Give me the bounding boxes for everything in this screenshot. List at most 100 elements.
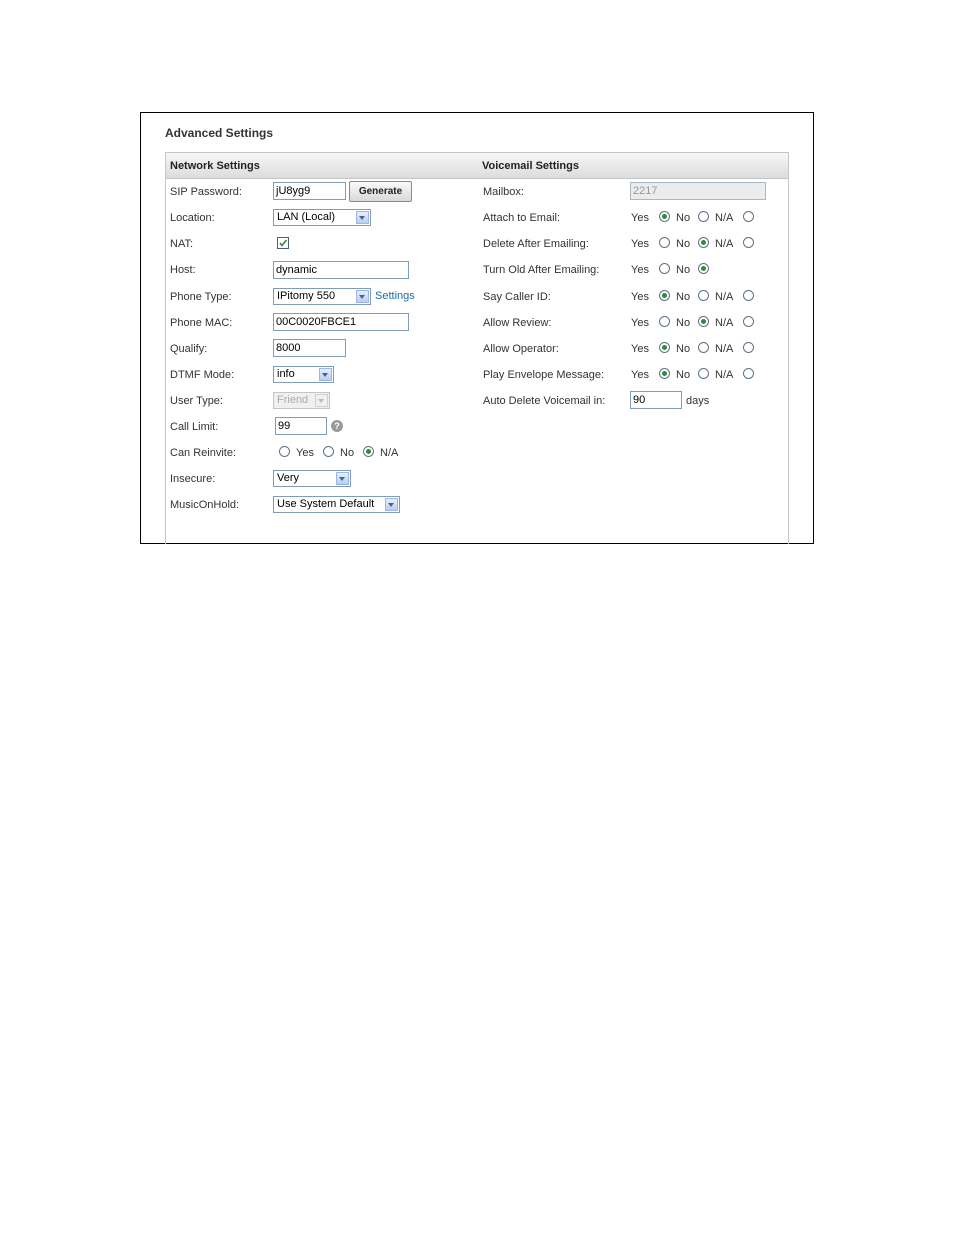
can-reinvite-na-radio[interactable] xyxy=(363,446,374,457)
can-reinvite-yes-radio[interactable] xyxy=(279,446,290,457)
turn-old-after-emailing-label: Turn Old After Emailing: xyxy=(483,264,600,276)
delete-after-emailing-label: Delete After Emailing: xyxy=(483,238,589,250)
sip-password-label: SIP Password: xyxy=(170,186,242,198)
say-caller-id-yes-radio[interactable] xyxy=(659,290,670,301)
play-envelope-message-no-label: No xyxy=(676,369,691,381)
can-reinvite-no-label: No xyxy=(340,447,355,459)
auto-delete-label: Auto Delete Voicemail in: xyxy=(483,395,606,407)
can-reinvite-na-label: N/A xyxy=(380,447,399,459)
allow-operator-no-radio[interactable] xyxy=(698,342,709,353)
location-value: LAN (Local) xyxy=(277,211,336,223)
attach-to-email-no-radio[interactable] xyxy=(698,211,709,222)
attach-to-email-label: Attach to Email: xyxy=(483,212,561,224)
sip-password-input[interactable]: jU8yg9 xyxy=(273,182,346,200)
attach-to-email-na-radio[interactable] xyxy=(743,211,754,222)
call-limit-label: Call Limit: xyxy=(170,421,219,433)
nat-checkbox[interactable] xyxy=(277,237,289,249)
voicemail-settings-header: Voicemail Settings xyxy=(482,160,579,172)
say-caller-id-yes-label: Yes xyxy=(631,291,649,303)
play-envelope-message-yes-radio[interactable] xyxy=(659,368,670,379)
page-title: Advanced Settings xyxy=(165,126,274,140)
qualify-label: Qualify: xyxy=(170,343,208,355)
attach-to-email-no-label: No xyxy=(676,212,691,224)
location-select[interactable]: LAN (Local) xyxy=(273,209,371,226)
phone-type-label: Phone Type: xyxy=(170,291,232,303)
can-reinvite-no-radio[interactable] xyxy=(323,446,334,457)
attach-to-email-yes-label: Yes xyxy=(631,212,649,224)
insecure-value: Very xyxy=(277,472,300,484)
chevron-down-icon xyxy=(336,472,349,485)
music-on-hold-select[interactable]: Use System Default xyxy=(273,496,400,513)
allow-review-na-radio[interactable] xyxy=(743,316,754,327)
play-envelope-message-na-label: N/A xyxy=(715,369,734,381)
chevron-down-icon xyxy=(315,394,328,407)
turn-old-after-emailing-no-radio[interactable] xyxy=(698,263,709,274)
insecure-select[interactable]: Very xyxy=(273,470,351,487)
allow-operator-na-label: N/A xyxy=(715,343,734,355)
attach-to-email-yes-radio[interactable] xyxy=(659,211,670,222)
play-envelope-message-no-radio[interactable] xyxy=(698,368,709,379)
allow-review-no-radio[interactable] xyxy=(698,316,709,327)
panel-header: Network Settings Voicemail Settings xyxy=(165,152,789,179)
host-input[interactable]: dynamic xyxy=(273,261,409,279)
auto-delete-input[interactable]: 90 xyxy=(630,391,682,409)
phone-mac-label: Phone MAC: xyxy=(170,317,233,329)
allow-operator-no-label: No xyxy=(676,343,691,355)
delete-after-emailing-na-label: N/A xyxy=(715,238,734,250)
auto-delete-unit: days xyxy=(686,395,710,407)
generate-button[interactable]: Generate xyxy=(349,181,412,202)
user-type-label: User Type: xyxy=(170,395,223,407)
phone-mac-input[interactable]: 00C0020FBCE1 xyxy=(273,313,409,331)
say-caller-id-label: Say Caller ID: xyxy=(483,291,551,303)
insecure-label: Insecure: xyxy=(170,473,216,485)
delete-after-emailing-no-radio[interactable] xyxy=(698,237,709,248)
user-type-select: Friend xyxy=(273,392,330,409)
say-caller-id-na-radio[interactable] xyxy=(743,290,754,301)
attach-to-email-na-label: N/A xyxy=(715,212,734,224)
chevron-down-icon xyxy=(385,498,398,511)
mailbox-label: Mailbox: xyxy=(483,186,524,198)
network-settings-header: Network Settings xyxy=(170,160,260,172)
allow-review-yes-radio[interactable] xyxy=(659,316,670,327)
turn-old-after-emailing-no-label: No xyxy=(676,264,691,276)
mailbox-input: 2217 xyxy=(630,182,766,200)
turn-old-after-emailing-yes-radio[interactable] xyxy=(659,263,670,274)
allow-operator-yes-label: Yes xyxy=(631,343,649,355)
phone-type-select[interactable]: IPitomy 550 xyxy=(273,288,371,305)
allow-review-yes-label: Yes xyxy=(631,317,649,329)
host-label: Host: xyxy=(170,264,196,276)
allow-review-no-label: No xyxy=(676,317,691,329)
music-on-hold-label: MusicOnHold: xyxy=(170,499,240,511)
allow-operator-na-radio[interactable] xyxy=(743,342,754,353)
delete-after-emailing-na-radio[interactable] xyxy=(743,237,754,248)
location-label: Location: xyxy=(170,212,215,224)
say-caller-id-no-radio[interactable] xyxy=(698,290,709,301)
user-type-value: Friend xyxy=(277,394,309,406)
phone-type-value: IPitomy 550 xyxy=(277,290,336,302)
can-reinvite-label: Can Reinvite: xyxy=(170,447,237,459)
music-on-hold-value: Use System Default xyxy=(277,498,375,510)
allow-review-label: Allow Review: xyxy=(483,317,552,329)
can-reinvite-yes-label: Yes xyxy=(296,447,314,459)
chevron-down-icon xyxy=(356,211,369,224)
say-caller-id-na-label: N/A xyxy=(715,291,734,303)
turn-old-after-emailing-yes-label: Yes xyxy=(631,264,649,276)
allow-review-na-label: N/A xyxy=(715,317,734,329)
play-envelope-message-label: Play Envelope Message: xyxy=(483,369,605,381)
chevron-down-icon xyxy=(356,290,369,303)
phone-settings-link[interactable]: Settings xyxy=(375,290,415,302)
call-limit-input[interactable]: 99 xyxy=(275,417,327,435)
say-caller-id-no-label: No xyxy=(676,291,691,303)
delete-after-emailing-yes-radio[interactable] xyxy=(659,237,670,248)
chevron-down-icon xyxy=(319,368,332,381)
qualify-input[interactable]: 8000 xyxy=(273,339,346,357)
help-icon[interactable]: ? xyxy=(331,420,343,432)
dtmf-mode-select[interactable]: info xyxy=(273,366,334,383)
checkmark-icon xyxy=(279,239,288,247)
play-envelope-message-na-radio[interactable] xyxy=(743,368,754,379)
allow-operator-yes-radio[interactable] xyxy=(659,342,670,353)
play-envelope-message-yes-label: Yes xyxy=(631,369,649,381)
allow-operator-label: Allow Operator: xyxy=(483,343,559,355)
nat-label: NAT: xyxy=(170,238,194,250)
settings-panel xyxy=(165,152,789,544)
